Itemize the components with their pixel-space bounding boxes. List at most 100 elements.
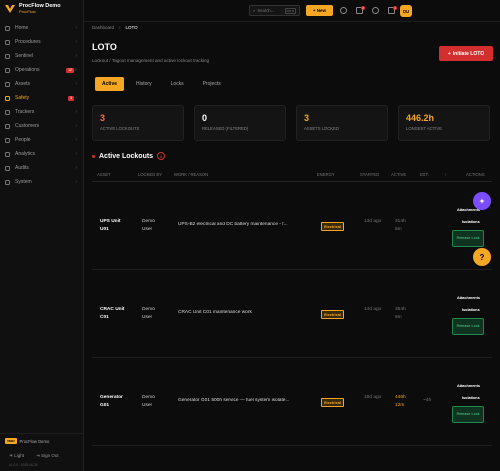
isolations-link[interactable]: Isolations [462, 396, 480, 400]
work-reason: UPS-B2 electrical and DC battery mainten… [178, 222, 288, 227]
table-row[interactable]: Generator G01 Demo User Generator G01 500h… [92, 358, 492, 446]
sidebar-item-system[interactable]: System › [0, 175, 83, 189]
sidebar-item-procedures[interactable]: Procedures › [0, 35, 83, 49]
release-lock-button[interactable]: Release Lock [452, 406, 484, 423]
sidebar-item-label: Assets [15, 81, 31, 87]
inbox-icon[interactable]: 2 [356, 6, 365, 14]
stat-value: 3 [304, 113, 310, 123]
breadcrumb: Dashboard › LOTO [92, 25, 138, 30]
light-mode-button[interactable]: ☀ Light [9, 453, 24, 459]
header-active[interactable]: Active [391, 172, 406, 177]
ai-assistant-button[interactable]: ✦ [473, 192, 491, 210]
active-duration: 354h 6m [395, 307, 406, 320]
section-title-text: Active Lockouts [99, 152, 154, 160]
brand-sub: ProcFlow [19, 9, 36, 14]
tab-history[interactable]: History [129, 77, 159, 91]
initiate-loto-button[interactable]: + Initiate LOTO [439, 46, 493, 61]
stat-card-assets-locked: 3 Assets Locked [296, 105, 388, 141]
chevron-right-icon: › [75, 95, 77, 101]
stat-card-active-lockouts: 3 Active Lockouts [92, 105, 184, 141]
stat-label: Longest Active [406, 126, 442, 131]
org-switcher[interactable]: VMIN ProcFlow Demo [5, 438, 79, 444]
tab-active[interactable]: Active [95, 77, 125, 91]
hardhat-icon [5, 95, 10, 101]
breadcrumb-root[interactable]: Dashboard [92, 25, 114, 30]
sign-out-button[interactable]: ⇥ Sign Out [36, 453, 59, 459]
attachments-link[interactable]: Attachments [457, 296, 480, 300]
tab-projects[interactable]: Projects [196, 77, 228, 91]
header-asset[interactable]: Asset [97, 172, 111, 177]
release-lock-button[interactable]: Release Lock [452, 318, 484, 335]
sidebar-item-label: System [15, 179, 32, 185]
tabs: Active History Locks Projects [95, 77, 228, 91]
header-energy[interactable]: Energy [317, 172, 335, 177]
chevron-right-icon: › [75, 39, 77, 45]
table-row[interactable]: UPS Unit U01 Demo User UPS-B2 electrical a… [92, 182, 492, 270]
tab-locks[interactable]: Locks [164, 77, 191, 91]
org-name: ProcFlow Demo [19, 438, 50, 444]
asset-name[interactable]: UPS Unit U01 [100, 218, 130, 234]
table-row[interactable]: CRAC Unit C01 Demo User CRAC Unit C01 main… [92, 270, 492, 358]
sidebar-item-label: Sentinel [15, 53, 34, 59]
sidebar-item-label: Safety [15, 95, 30, 101]
header-more[interactable]: ↑ [444, 172, 446, 177]
asset-name[interactable]: Generator G01 [100, 394, 130, 410]
page-title: LOTO [92, 42, 117, 52]
chevron-right-icon: › [119, 25, 121, 30]
header-est[interactable]: Est. [420, 172, 429, 177]
user-avatar[interactable]: DU [400, 5, 412, 17]
notification-count: 2 [361, 6, 365, 10]
header-work[interactable]: Work / Reason [174, 172, 208, 177]
gear-icon [5, 179, 10, 185]
chevron-right-icon: › [75, 165, 77, 171]
sidebar-item-label: Analytics [15, 151, 36, 157]
chevron-right-icon: › [75, 179, 77, 185]
stat-label: Released (Filtered) [202, 126, 249, 131]
search-placeholder: Search... [257, 8, 275, 13]
sidebar-item-trackers[interactable]: Trackers › [0, 105, 83, 119]
sidebar-item-operations[interactable]: Operations 12 › [0, 63, 83, 77]
sidebar-item-analytics[interactable]: Analytics › [0, 147, 83, 161]
sidebar-item-label: Operations [15, 67, 40, 73]
bell-icon[interactable]: 1 [388, 6, 397, 14]
chevron-right-icon: › [75, 25, 77, 31]
energy-badge: Electrical [321, 222, 344, 231]
locked-by: Demo User [142, 219, 155, 232]
sidebar-item-assets[interactable]: Assets › [0, 77, 83, 91]
estimate: ~4h [423, 398, 432, 403]
sidebar-item-customers[interactable]: Customers › [0, 119, 83, 133]
attachments-link[interactable]: Attachments [457, 384, 480, 388]
sidebar-item-label: Trackers [15, 109, 35, 115]
isolations-link[interactable]: Isolations [462, 308, 480, 312]
header-locked-by[interactable]: Locked By [138, 172, 162, 177]
version-text: v1.0.0 · 2025.06.25 [9, 463, 38, 467]
search-input[interactable]: ⌕ Search... Ctrl K [249, 5, 300, 16]
locked-by: Demo User [142, 307, 155, 320]
sidebar-item-sentinel[interactable]: Sentinel › [0, 49, 83, 63]
sidebar-item-label: Audits [15, 165, 29, 171]
header-started[interactable]: Started [360, 172, 379, 177]
clipboard-icon [5, 67, 10, 73]
sidebar-item-audits[interactable]: Audits › [0, 161, 83, 175]
document-icon [5, 39, 10, 45]
chart-icon [5, 151, 10, 157]
section-title: Active Lockouts 3 [92, 152, 166, 160]
release-lock-button[interactable]: Release Lock [452, 230, 484, 247]
help-circle-icon[interactable] [340, 7, 347, 14]
sidebar-item-people[interactable]: People › [0, 133, 83, 147]
started-time: 13d ago [364, 219, 382, 224]
chevron-right-icon: › [75, 81, 77, 87]
stat-value: 3 [100, 113, 106, 123]
isolations-link[interactable]: Isolations [462, 220, 480, 224]
stat-label: Active Lockouts [100, 126, 140, 131]
alert-icon[interactable] [372, 7, 379, 14]
shield-icon [5, 53, 10, 59]
chevron-right-icon: › [75, 109, 77, 115]
help-button[interactable]: ? [473, 248, 491, 266]
sidebar-item-safety[interactable]: Safety 3 › [0, 91, 83, 105]
brand[interactable]: ProcFlow Demo ProcFlow [0, 0, 83, 17]
new-button[interactable]: + New [306, 5, 333, 16]
asset-name[interactable]: CRAC Unit C01 [100, 306, 130, 322]
sidebar-item-home[interactable]: Home › [0, 21, 83, 35]
initiate-loto-label: Initiate LOTO [452, 50, 485, 57]
